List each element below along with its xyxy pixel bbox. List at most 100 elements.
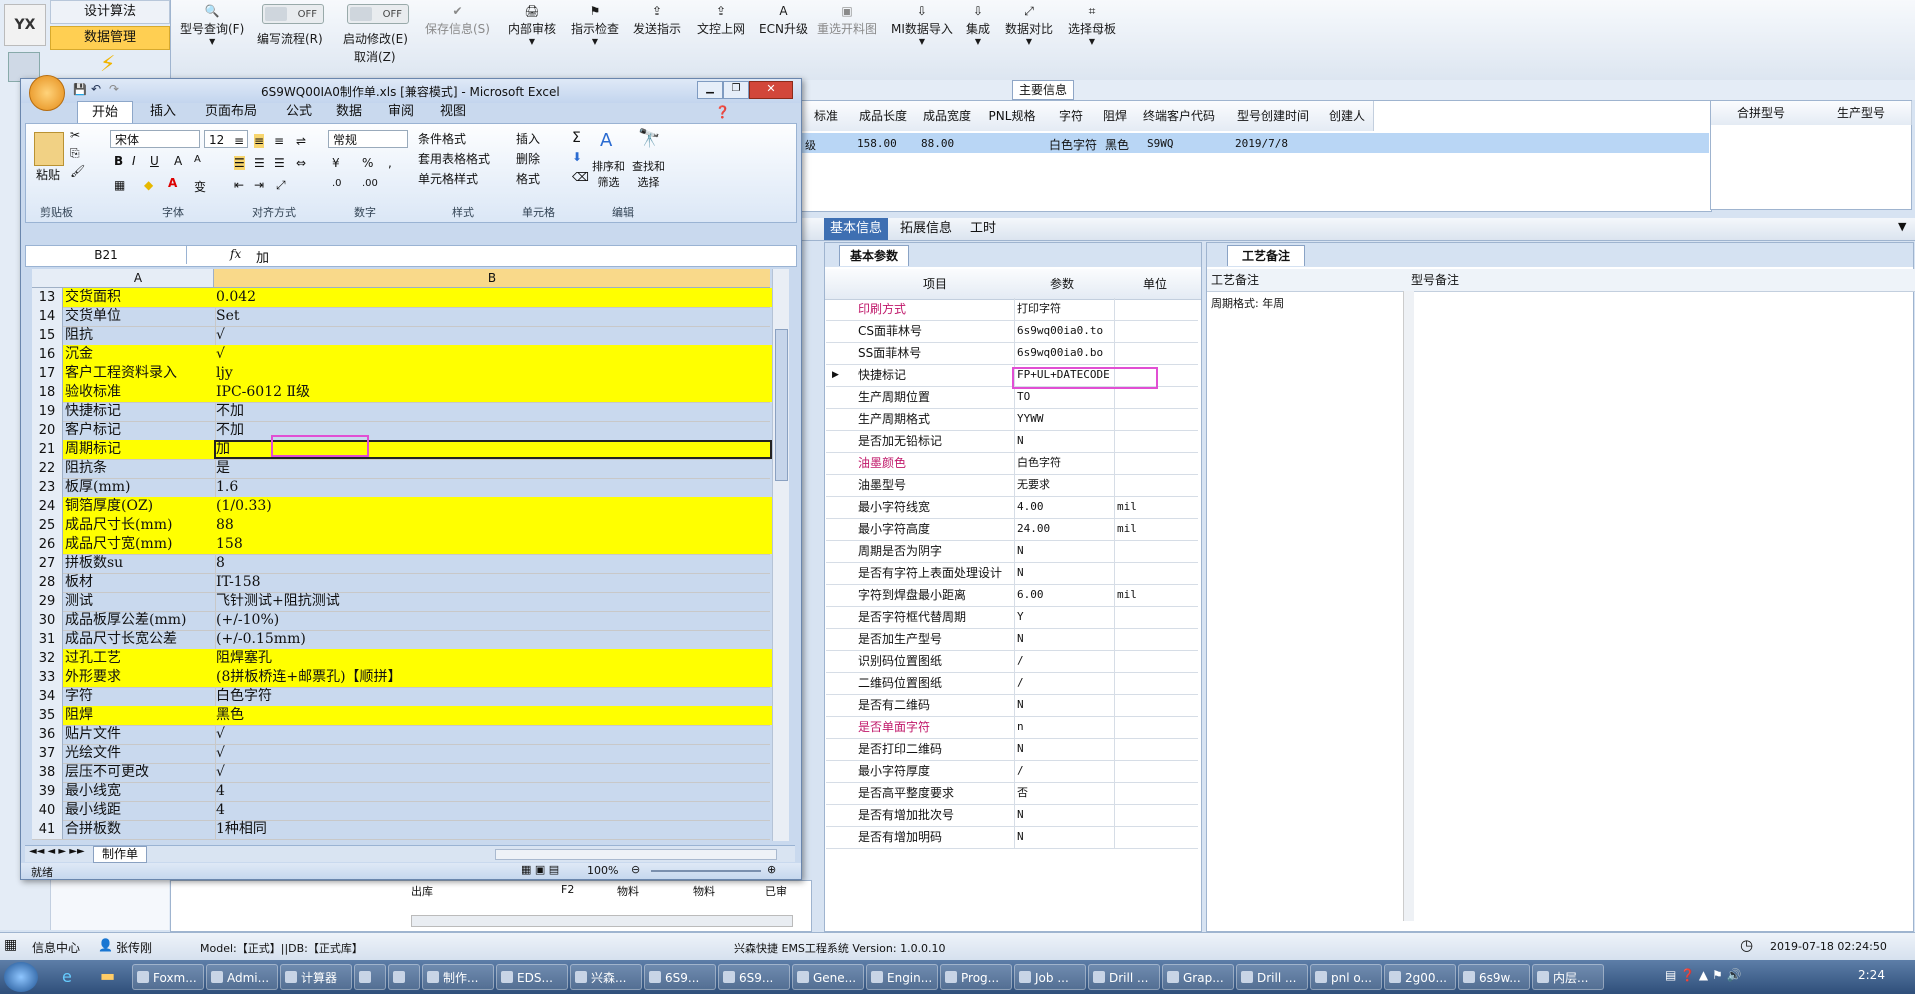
taskbar-item[interactable]: Foxm... bbox=[132, 964, 204, 990]
cell-b[interactable]: 白色字符 bbox=[214, 687, 772, 706]
cell-b[interactable]: IPC-6012 Ⅱ级 bbox=[214, 383, 772, 402]
taskbar-item[interactable]: Grap... bbox=[1162, 964, 1234, 990]
currency-icon[interactable]: ¥ bbox=[332, 156, 340, 170]
tab-working-hours[interactable]: 工时 bbox=[970, 218, 996, 240]
format-painter-icon[interactable]: 🖌 bbox=[70, 164, 85, 178]
help-icon[interactable]: ❓ bbox=[715, 105, 730, 119]
cell-a[interactable]: 层压不可更改 bbox=[63, 763, 216, 782]
row-number[interactable]: 29 bbox=[32, 592, 63, 611]
param-row[interactable]: 是否有二维码 N bbox=[826, 694, 1198, 717]
param-unit[interactable] bbox=[1114, 738, 1201, 760]
cell-a[interactable]: 阻抗条 bbox=[63, 459, 216, 478]
col-header[interactable]: 成品长度 bbox=[851, 101, 916, 131]
underline-icon[interactable]: U bbox=[150, 154, 159, 168]
mi-import-button[interactable]: ⇩ MI数据导入 ▼ bbox=[891, 4, 953, 46]
cell-a[interactable]: 沉金 bbox=[63, 345, 216, 364]
cell-b[interactable]: 4 bbox=[214, 801, 772, 820]
taskbar-item[interactable]: Drill ... bbox=[1236, 964, 1308, 990]
wrap-text-icon[interactable]: ⇌ bbox=[296, 134, 306, 148]
find-select-button[interactable]: 查找和 选择 bbox=[632, 158, 665, 190]
param-unit[interactable] bbox=[1114, 628, 1201, 650]
param-row[interactable]: 最小字符高度 24.00 mil bbox=[826, 518, 1198, 541]
param-value[interactable]: YYWW bbox=[1014, 408, 1115, 430]
row-number[interactable]: 18 bbox=[32, 383, 63, 402]
col-header[interactable]: 型号创建时间 bbox=[1225, 101, 1322, 131]
param-row[interactable]: 生产周期位置 TO bbox=[826, 386, 1198, 409]
sort-filter-button[interactable]: 排序和 筛选 bbox=[592, 158, 625, 190]
save-icon[interactable]: 💾 bbox=[73, 83, 87, 96]
cell-a[interactable]: 成品板厚公差(mm) bbox=[63, 611, 216, 630]
param-row[interactable]: 周期是否为阴字 N bbox=[826, 540, 1198, 563]
param-value[interactable]: N bbox=[1014, 628, 1115, 650]
cell-a[interactable]: 最小线距 bbox=[63, 801, 216, 820]
col-header[interactable]: 参数 bbox=[1013, 269, 1111, 299]
nav-data-management[interactable]: 数据管理 bbox=[50, 26, 170, 50]
cell-b[interactable]: 飞针测试+阻抗测试 bbox=[214, 592, 772, 611]
cell-a[interactable]: 验收标准 bbox=[63, 383, 216, 402]
cell-b[interactable]: (1/0.33) bbox=[214, 497, 772, 516]
cell-a[interactable]: 阻抗 bbox=[63, 326, 216, 345]
start-button[interactable] bbox=[4, 962, 38, 992]
orientation-icon[interactable]: ⤢ bbox=[276, 178, 286, 193]
param-unit[interactable] bbox=[1114, 760, 1201, 782]
align-bottom-icon[interactable]: ≡ bbox=[274, 134, 284, 148]
vertical-scrollbar[interactable] bbox=[772, 269, 789, 841]
col-header[interactable]: 项目 bbox=[857, 269, 1013, 299]
cell-b[interactable]: 1种相同 bbox=[214, 820, 772, 839]
undo-icon[interactable]: ↶ bbox=[91, 82, 101, 96]
reselect-cutting-button[interactable]: ▣ 重选开料图 bbox=[817, 4, 877, 37]
function-icon[interactable]: fx bbox=[230, 247, 241, 261]
cell-b[interactable]: √ bbox=[214, 744, 772, 763]
param-unit[interactable] bbox=[1114, 474, 1201, 496]
row-number[interactable]: 21 bbox=[32, 440, 63, 459]
taskbar-item[interactable]: Admi... bbox=[206, 964, 278, 990]
phonetic-icon[interactable]: 变 bbox=[194, 178, 206, 195]
indent-increase-icon[interactable]: ⇥ bbox=[254, 178, 264, 192]
taskbar-item[interactable]: 6s9w... bbox=[1458, 964, 1530, 990]
param-value[interactable]: / bbox=[1014, 760, 1115, 782]
cancel-button[interactable]: 取消(Z) bbox=[354, 48, 396, 65]
italic-icon[interactable]: I bbox=[132, 154, 136, 168]
instruction-check-button[interactable]: ⚑ 指示检查 ▼ bbox=[571, 4, 619, 46]
align-top-icon[interactable]: ≡ bbox=[234, 134, 244, 148]
param-value[interactable]: 6.00 bbox=[1014, 584, 1115, 606]
view-normal-icon[interactable]: ▦ ▣ ▤ bbox=[521, 863, 559, 876]
cell-a[interactable]: 光绘文件 bbox=[63, 744, 216, 763]
conditional-format-button[interactable]: 条件格式 bbox=[418, 130, 466, 147]
cell-a[interactable]: 拼板数su bbox=[63, 554, 216, 573]
doc-control-upload-button[interactable]: ⇪ 文控上网 bbox=[697, 4, 745, 37]
param-unit[interactable] bbox=[1114, 540, 1201, 562]
row-number[interactable]: 31 bbox=[32, 630, 63, 649]
cell-a[interactable]: 客户工程资料录入 bbox=[63, 364, 216, 383]
param-value[interactable]: 无要求 bbox=[1014, 474, 1115, 496]
row-number[interactable]: 20 bbox=[32, 421, 63, 440]
cell-b[interactable]: √ bbox=[214, 326, 772, 345]
align-right-icon[interactable]: ☰ bbox=[274, 156, 285, 170]
param-value[interactable]: 24.00 bbox=[1014, 518, 1115, 540]
param-value[interactable]: 白色字符 bbox=[1014, 452, 1115, 474]
send-instruction-button[interactable]: ⇪ 发送指示 bbox=[633, 4, 681, 37]
param-value[interactable]: N bbox=[1014, 804, 1115, 826]
tab-view[interactable]: 视图 bbox=[429, 101, 477, 123]
cell-b[interactable]: 黑色 bbox=[214, 706, 772, 725]
row-number[interactable]: 32 bbox=[32, 649, 63, 668]
nav-design-algorithm[interactable]: 设计算法 bbox=[50, 0, 170, 24]
data-compare-button[interactable]: ⤢ 数据对比 ▼ bbox=[1005, 4, 1053, 46]
format-cells-button[interactable]: 格式 bbox=[516, 170, 540, 187]
param-row[interactable]: 最小字符厚度 / bbox=[826, 760, 1198, 783]
paste-label[interactable]: 粘贴 bbox=[36, 166, 60, 183]
comma-icon[interactable]: , bbox=[388, 156, 392, 170]
param-unit[interactable] bbox=[1114, 342, 1201, 364]
taskbar-item[interactable]: 2g00... bbox=[1384, 964, 1456, 990]
param-row[interactable]: 是否高平整度要求 否 bbox=[826, 782, 1198, 805]
zoom-slider[interactable] bbox=[651, 870, 761, 872]
param-value[interactable]: 打印字符 bbox=[1014, 298, 1115, 320]
param-unit[interactable] bbox=[1114, 826, 1201, 848]
param-value[interactable]: TO bbox=[1014, 386, 1115, 408]
row-number[interactable]: 22 bbox=[32, 459, 63, 478]
taskbar-item[interactable]: 兴森... bbox=[570, 964, 642, 990]
param-unit[interactable] bbox=[1114, 452, 1201, 474]
taskbar-item[interactable]: 计算器 bbox=[280, 964, 352, 990]
align-middle-icon[interactable]: ≡ bbox=[254, 134, 265, 148]
param-row[interactable]: 是否有增加明码 N bbox=[826, 826, 1198, 849]
